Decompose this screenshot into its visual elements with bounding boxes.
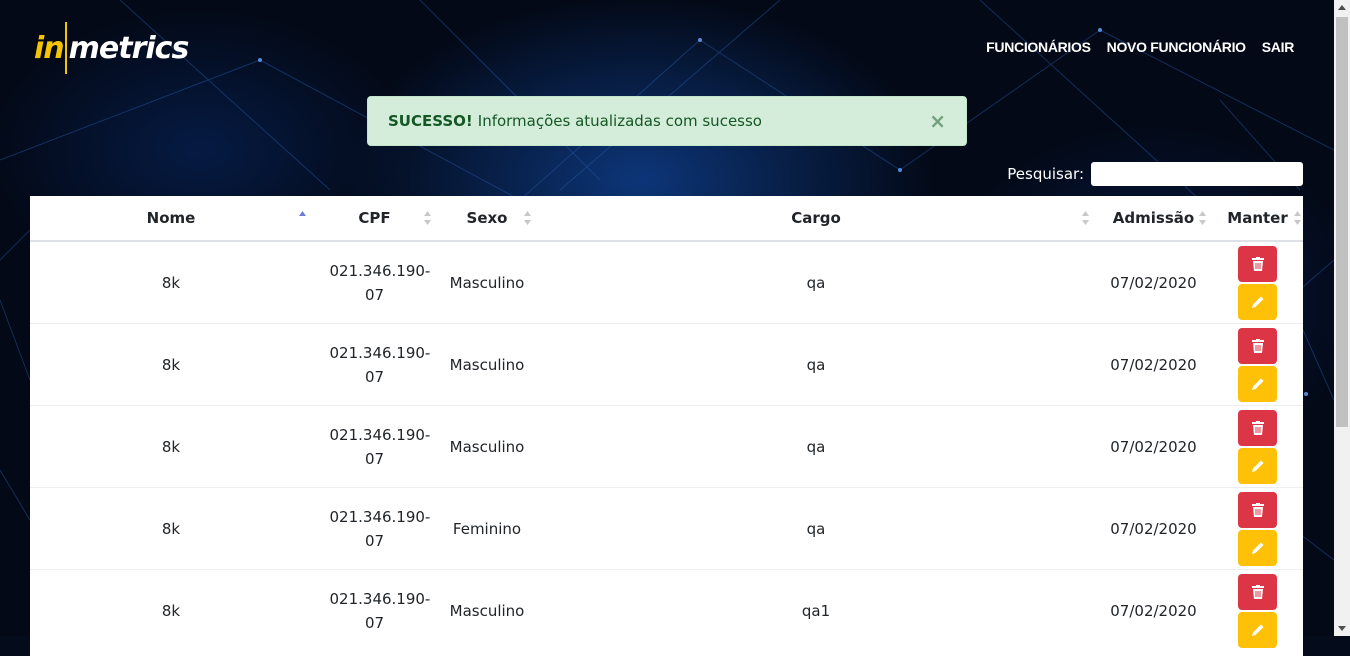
cell-cargo: qa [537, 487, 1095, 570]
vertical-scrollbar[interactable] [1334, 0, 1350, 636]
nav-funcionarios[interactable]: FUNCIONÁRIOS [986, 39, 1091, 55]
top-nav: FUNCIONÁRIOS NOVO FUNCIONÁRIO SAIR [986, 39, 1294, 55]
cell-cpf-container: 021.346.190-07 [312, 241, 437, 324]
cell-manter [1212, 405, 1303, 488]
cell-cpf-container: 021.346.190-07 [312, 405, 437, 488]
cell-nome: 8k [30, 487, 312, 570]
table-row: 8k 021.346.190-07 Masculino qa 07/02/202… [30, 323, 1303, 406]
cell-cpf-container: 021.346.190-07 [312, 323, 437, 406]
search-input[interactable] [1091, 162, 1303, 186]
table-row: 8k 021.346.190-07 Masculino qa 07/02/202… [30, 405, 1303, 488]
delete-button[interactable] [1238, 409, 1277, 446]
edit-button[interactable] [1238, 529, 1277, 566]
cell-manter [1212, 241, 1303, 324]
trash-icon [1251, 256, 1264, 271]
pencil-icon [1251, 460, 1263, 472]
cell-sexo: Masculino [437, 569, 537, 651]
cell-cpf: 021.346.190-07 [329, 507, 431, 550]
sort-icon [1082, 211, 1089, 225]
trash-icon [1251, 338, 1264, 353]
alert-message: Informações atualizadas com sucesso [477, 112, 762, 130]
pencil-icon [1251, 624, 1263, 636]
column-header-cpf[interactable]: CPF [312, 196, 437, 242]
pencil-icon [1251, 378, 1263, 390]
cell-cargo: qa1 [537, 569, 1095, 651]
cell-cpf: 021.346.190-07 [329, 425, 431, 468]
sort-asc-icon [299, 211, 306, 216]
cell-nome: 8k [161, 273, 181, 292]
trash-icon [1251, 420, 1264, 435]
column-header-admissao[interactable]: Admissão [1095, 196, 1212, 242]
search-area: Pesquisar: [1007, 162, 1303, 186]
logo-metrics-text: metrics [68, 30, 190, 66]
column-header-nome[interactable]: Nome [30, 196, 312, 242]
logo-divider [64, 22, 67, 74]
cell-sexo: Masculino [437, 405, 537, 488]
column-header-cargo[interactable]: Cargo [537, 196, 1095, 242]
alert-title: SUCESSO! [388, 112, 473, 130]
cell-manter [1212, 487, 1303, 570]
cell-cpf: 021.346.190-07 [329, 589, 431, 632]
success-alert: SUCESSO! Informações atualizadas com suc… [367, 96, 967, 146]
cell-admissao: 07/02/2020 [1095, 569, 1212, 651]
cell-cpf-container: 021.346.190-07 [312, 487, 437, 570]
cell-admissao: 07/02/2020 [1110, 273, 1197, 292]
cell-admissao: 07/02/2020 [1095, 405, 1212, 488]
cell-cpf: 021.346.190-07 [329, 343, 431, 386]
pencil-icon [1251, 542, 1263, 554]
table-header-row: Nome CPF Sexo Cargo Admissão Manter [30, 196, 1303, 242]
table-row: 8k 021.346.190-07 Masculino qa 07/02/202… [30, 241, 1303, 324]
cell-cpf: 021.346.190-07 [329, 261, 431, 304]
sort-icon [424, 211, 431, 225]
cell-manter [1212, 569, 1303, 651]
search-label: Pesquisar: [1007, 165, 1084, 183]
cell-sexo: Feminino [437, 487, 537, 570]
delete-button[interactable] [1238, 491, 1277, 528]
cell-nome: 8k [30, 323, 312, 406]
inmetrics-logo[interactable]: in metrics [34, 22, 190, 74]
delete-button[interactable] [1238, 327, 1277, 364]
trash-icon [1251, 584, 1264, 599]
sort-icon [524, 211, 531, 225]
edit-button[interactable] [1238, 611, 1277, 648]
cell-cargo: qa [537, 323, 1095, 406]
sort-icon [1199, 211, 1206, 225]
employees-table: Nome CPF Sexo Cargo Admissão Manter 8k 0… [30, 196, 1303, 651]
cell-manter [1212, 323, 1303, 406]
sort-icon [1294, 211, 1301, 225]
cell-admissao: 07/02/2020 [1095, 487, 1212, 570]
cell-admissao: 07/02/2020 [1095, 323, 1212, 406]
scroll-down-arrow-icon[interactable] [1334, 620, 1350, 636]
scrollbar-thumb[interactable] [1336, 17, 1348, 427]
scroll-up-arrow-icon[interactable] [1334, 0, 1350, 16]
delete-button[interactable] [1238, 245, 1277, 282]
column-header-manter[interactable]: Manter [1212, 196, 1303, 242]
employees-table-card: Nome CPF Sexo Cargo Admissão Manter 8k 0… [30, 196, 1303, 656]
cell-sexo: Masculino [437, 323, 537, 406]
trash-icon [1251, 502, 1264, 517]
edit-button[interactable] [1238, 283, 1277, 320]
delete-button[interactable] [1238, 573, 1277, 610]
logo-in-text: in [34, 30, 65, 66]
cell-cargo: qa [537, 405, 1095, 488]
alert-close-icon[interactable]: × [929, 109, 946, 133]
edit-button[interactable] [1238, 447, 1277, 484]
cell-nome: 8k [30, 405, 312, 488]
table-row: 8k 021.346.190-07 Feminino qa 07/02/2020 [30, 487, 1303, 570]
nav-sair[interactable]: SAIR [1262, 39, 1295, 55]
edit-button[interactable] [1238, 365, 1277, 402]
cell-cpf-container: 021.346.190-07 [312, 569, 437, 651]
cell-sexo: Masculino [449, 273, 525, 292]
nav-novo-funcionario[interactable]: NOVO FUNCIONÁRIO [1107, 39, 1246, 55]
cell-cargo: qa [806, 273, 826, 292]
cell-nome: 8k [30, 569, 312, 651]
pencil-icon [1251, 296, 1263, 308]
table-row: 8k 021.346.190-07 Masculino qa1 07/02/20… [30, 569, 1303, 651]
column-header-sexo[interactable]: Sexo [437, 196, 537, 242]
